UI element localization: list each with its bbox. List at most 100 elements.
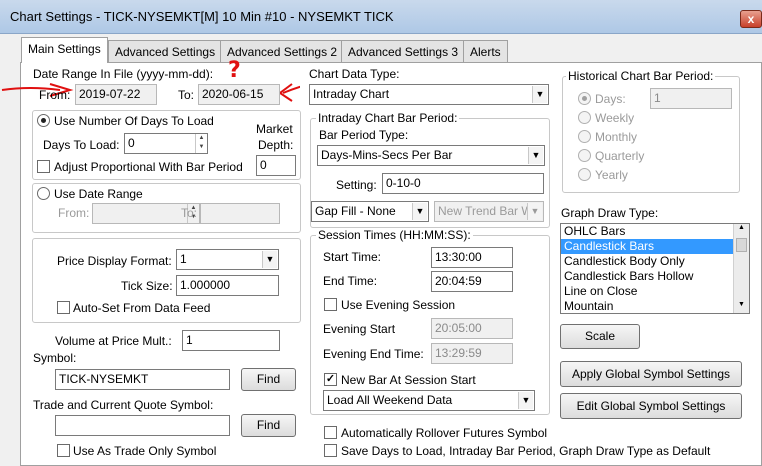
apply-global-symbol-settings-button[interactable]: Apply Global Symbol Settings: [560, 361, 742, 387]
chevron-down-icon[interactable]: ▼: [528, 147, 543, 164]
tab-label: Advanced Settings 3: [348, 45, 459, 59]
price-format-label: Price Display Format:: [57, 254, 172, 268]
tab-alerts[interactable]: Alerts: [463, 40, 508, 62]
trade-symbol-label: Trade and Current Quote Symbol:: [33, 398, 214, 412]
list-item-selected[interactable]: Candlestick Bars: [561, 239, 749, 254]
tab-label: Advanced Settings 2: [227, 45, 338, 59]
historical-days-radio[interactable]: [578, 92, 591, 105]
evening-end-input[interactable]: 13:29:59: [431, 343, 513, 364]
days-to-load-value: 0: [128, 136, 135, 150]
historical-days-label: Days:: [595, 92, 626, 106]
to-label: To:: [178, 88, 195, 102]
historical-days-input[interactable]: 1: [650, 88, 732, 109]
list-item[interactable]: Candlestick Bars Hollow: [561, 269, 749, 284]
market-depth-label-2: Depth:: [258, 138, 294, 152]
bar-period-type-select[interactable]: Days-Mins-Secs Per Bar ▼: [317, 145, 545, 166]
save-default-label: Save Days to Load, Intraday Bar Period, …: [341, 444, 711, 458]
price-format-select[interactable]: 1 ▼: [176, 249, 279, 270]
evening-start-label: Evening Start: [323, 322, 396, 336]
edit-global-symbol-settings-button[interactable]: Edit Global Symbol Settings: [560, 393, 742, 419]
from-label: From:: [39, 88, 71, 102]
evening-end-label: Evening End Time:: [323, 347, 424, 361]
tab-advanced-settings[interactable]: Advanced Settings: [108, 40, 223, 62]
auto-set-checkbox[interactable]: [57, 301, 70, 314]
use-date-range-radio[interactable]: [37, 187, 50, 200]
spin-down-icon[interactable]: ▼: [196, 143, 207, 152]
tick-size-input[interactable]: 1.000000: [176, 275, 279, 296]
end-time-input[interactable]: 20:04:59: [431, 271, 513, 292]
historical-monthly-label: Monthly: [595, 130, 638, 144]
list-scrollbar[interactable]: ▲ ▼: [733, 224, 749, 313]
days-spinner[interactable]: ▲ ▼: [195, 134, 207, 153]
use-days-label: Use Number Of Days To Load: [54, 114, 214, 128]
new-trend-value: New Trend Bar W: [438, 204, 533, 218]
chart-data-type-select[interactable]: Intraday Chart ▼: [309, 84, 549, 105]
tab-label: Advanced Settings: [115, 45, 216, 59]
use-days-radio[interactable]: [37, 114, 50, 127]
historical-quarterly-radio[interactable]: [578, 149, 591, 162]
new-trend-select[interactable]: New Trend Bar W ▼: [434, 201, 544, 222]
historical-yearly-radio[interactable]: [578, 168, 591, 181]
adjust-proportional-label: Adjust Proportional With Bar Period: [54, 160, 243, 174]
range-to-input[interactable]: [200, 203, 280, 224]
weekend-data-value: Load All Weekend Data: [327, 393, 453, 407]
trade-only-checkbox[interactable]: [57, 444, 70, 457]
trade-only-label: Use As Trade Only Symbol: [73, 444, 217, 458]
list-item[interactable]: Line on Close: [561, 284, 749, 299]
session-times-legend: Session Times (HH:MM:SS):: [316, 228, 473, 242]
find-symbol-button[interactable]: Find: [241, 368, 296, 391]
volume-mult-input[interactable]: 1: [182, 330, 280, 351]
historical-bar-period-legend: Historical Chart Bar Period:: [566, 69, 716, 83]
setting-input[interactable]: 0-10-0: [382, 173, 544, 194]
new-bar-checkbox[interactable]: ✓: [324, 373, 337, 386]
save-default-checkbox[interactable]: [324, 444, 337, 457]
market-depth-input[interactable]: 0: [256, 155, 296, 176]
rollover-checkbox[interactable]: [324, 426, 337, 439]
list-item[interactable]: Mountain: [561, 299, 749, 314]
new-bar-label: New Bar At Session Start: [341, 373, 476, 387]
adjust-proportional-checkbox[interactable]: [37, 160, 50, 173]
from-date-field[interactable]: 2019-07-22: [75, 84, 157, 105]
find-trade-symbol-button[interactable]: Find: [241, 414, 296, 437]
chevron-down-icon[interactable]: ▼: [527, 203, 542, 220]
days-to-load-label: Days To Load:: [43, 138, 120, 152]
chevron-down-icon[interactable]: ▼: [532, 86, 547, 103]
gap-fill-value: Gap Fill - None: [315, 204, 396, 218]
gap-fill-select[interactable]: Gap Fill - None ▼: [311, 201, 429, 222]
graph-draw-type-list[interactable]: OHLC Bars Candlestick Bars Candlestick B…: [560, 223, 750, 314]
price-format-value: 1: [180, 252, 187, 266]
chevron-down-icon[interactable]: ▼: [518, 392, 533, 409]
tab-advanced-settings-3[interactable]: Advanced Settings 3: [341, 40, 466, 62]
weekend-data-select[interactable]: Load All Weekend Data ▼: [323, 390, 535, 411]
tab-main-settings[interactable]: Main Settings: [21, 37, 108, 63]
days-to-load-input[interactable]: 0 ▲ ▼: [124, 133, 208, 154]
range-to-label: To:: [181, 206, 198, 220]
scale-button[interactable]: Scale: [560, 324, 640, 349]
historical-weekly-radio[interactable]: [578, 111, 591, 124]
scroll-thumb[interactable]: [736, 238, 747, 252]
scroll-down-icon[interactable]: ▼: [734, 301, 749, 313]
to-date-field[interactable]: 2020-06-15: [198, 84, 280, 105]
list-item[interactable]: Candlestick Body Only: [561, 254, 749, 269]
rollover-label: Automatically Rollover Futures Symbol: [341, 426, 548, 440]
symbol-input[interactable]: TICK-NYSEMKT: [55, 369, 230, 390]
historical-yearly-label: Yearly: [595, 168, 628, 182]
range-from-label: From:: [58, 206, 90, 220]
bar-period-type-label: Bar Period Type:: [319, 128, 409, 142]
historical-monthly-radio[interactable]: [578, 130, 591, 143]
auto-set-label: Auto-Set From Data Feed: [73, 301, 211, 315]
evening-start-input[interactable]: 20:05:00: [431, 318, 513, 339]
chevron-down-icon[interactable]: ▼: [412, 203, 427, 220]
start-time-input[interactable]: 13:30:00: [431, 247, 513, 268]
close-button[interactable]: x: [740, 10, 762, 28]
spin-up-icon[interactable]: ▲: [196, 134, 207, 143]
evening-session-checkbox[interactable]: [324, 298, 337, 311]
date-range-label: Date Range In File (yyyy-mm-dd):: [33, 67, 214, 81]
chevron-down-icon[interactable]: ▼: [262, 251, 277, 268]
title-bar[interactable]: Chart Settings - TICK-NYSEMKT[M] 10 Min …: [0, 0, 762, 34]
scroll-up-icon[interactable]: ▲: [734, 224, 749, 236]
trade-symbol-input[interactable]: [55, 415, 230, 436]
historical-quarterly-label: Quarterly: [595, 149, 645, 163]
list-item[interactable]: OHLC Bars: [561, 224, 749, 239]
check-icon: ✓: [325, 373, 336, 385]
